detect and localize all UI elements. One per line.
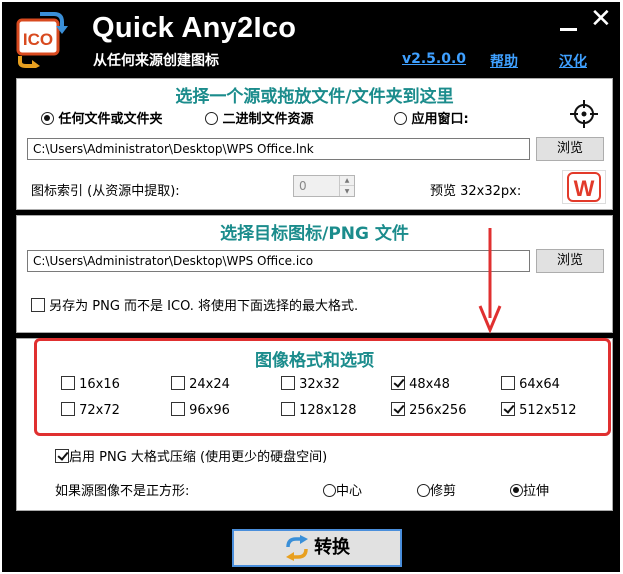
spinner-up-icon[interactable]: ▲ bbox=[340, 176, 354, 186]
svg-text:W: W bbox=[574, 176, 595, 201]
source-browse-button[interactable]: 浏览 bbox=[536, 137, 604, 161]
app-title: Quick Any2Ico bbox=[92, 12, 297, 44]
png-compress-checkbox[interactable]: 启用 PNG 大格式压缩 (使用更少的硬盘空间) bbox=[55, 446, 327, 465]
localize-link[interactable]: 汉化 bbox=[559, 51, 587, 71]
spinner-buttons: ▲ ▼ bbox=[339, 176, 354, 196]
convert-label: 转换 bbox=[314, 537, 351, 558]
radio-indicator bbox=[323, 484, 336, 497]
source-path-input[interactable]: C:\Users\Administrator\Desktop\WPS Offic… bbox=[27, 138, 530, 160]
preview-label: 预览 32x32px: bbox=[430, 184, 522, 199]
checkbox-box bbox=[31, 298, 45, 312]
annotation-arrow-icon bbox=[478, 228, 502, 334]
radio-indicator bbox=[205, 112, 218, 125]
radio-indicator bbox=[510, 484, 523, 497]
radio-indicator bbox=[41, 112, 54, 125]
annotation-highlight-box bbox=[34, 338, 611, 436]
wps-office-icon: W bbox=[567, 172, 601, 202]
radio-any-file[interactable]: 任何文件或文件夹 bbox=[41, 108, 163, 127]
close-button[interactable]: ✕ bbox=[590, 6, 612, 32]
source-panel: 选择一个源或拖放文件/文件夹到这里 任何文件或文件夹 二进制文件资源 应用窗口:… bbox=[16, 78, 613, 210]
minimize-button[interactable] bbox=[558, 8, 580, 36]
svg-text:ICO: ICO bbox=[23, 30, 53, 49]
icon-index-value: 0 bbox=[299, 179, 307, 193]
help-link[interactable]: 帮助 bbox=[490, 51, 518, 71]
nonsquare-label: 如果源图像不是正方形: bbox=[55, 484, 190, 499]
checkbox-box bbox=[55, 449, 69, 463]
target-heading: 选择目标图标/PNG 文件 bbox=[220, 224, 409, 244]
radio-stretch[interactable]: 拉伸 bbox=[510, 480, 549, 499]
radio-center[interactable]: 中心 bbox=[323, 480, 362, 499]
app-logo-icon: ICO bbox=[10, 12, 68, 70]
app-window: ICO Quick Any2Ico 从任何来源创建图标 v2.5.0.0 帮助 … bbox=[2, 2, 620, 572]
radio-indicator bbox=[394, 112, 407, 125]
icon-index-label: 图标索引 (从资源中提取): bbox=[31, 184, 180, 199]
source-heading: 选择一个源或拖放文件/文件夹到这里 bbox=[175, 87, 454, 107]
icon-index-spinner[interactable]: 0 ▲ ▼ bbox=[293, 175, 355, 197]
app-subtitle: 从任何来源创建图标 bbox=[93, 53, 219, 69]
convert-icon bbox=[285, 535, 308, 561]
radio-crop[interactable]: 修剪 bbox=[417, 480, 456, 499]
save-as-png-checkbox[interactable]: 另存为 PNG 而不是 ICO. 将使用下面选择的最大格式. bbox=[31, 295, 358, 314]
radio-indicator bbox=[417, 484, 430, 497]
target-panel: 选择目标图标/PNG 文件 C:\Users\Administrator\Des… bbox=[16, 215, 613, 333]
target-browse-button[interactable]: 浏览 bbox=[536, 249, 604, 273]
radio-binary-resource[interactable]: 二进制文件资源 bbox=[205, 108, 314, 127]
preview-image: W bbox=[562, 170, 606, 204]
radio-app-window[interactable]: 应用窗口: bbox=[394, 108, 469, 127]
crosshair-icon[interactable] bbox=[570, 100, 598, 128]
version-link[interactable]: v2.5.0.0 bbox=[402, 51, 466, 67]
convert-button[interactable]: 转换 bbox=[232, 529, 402, 567]
target-path-input[interactable]: C:\Users\Administrator\Desktop\WPS Offic… bbox=[27, 250, 530, 272]
spinner-down-icon[interactable]: ▼ bbox=[340, 186, 354, 196]
